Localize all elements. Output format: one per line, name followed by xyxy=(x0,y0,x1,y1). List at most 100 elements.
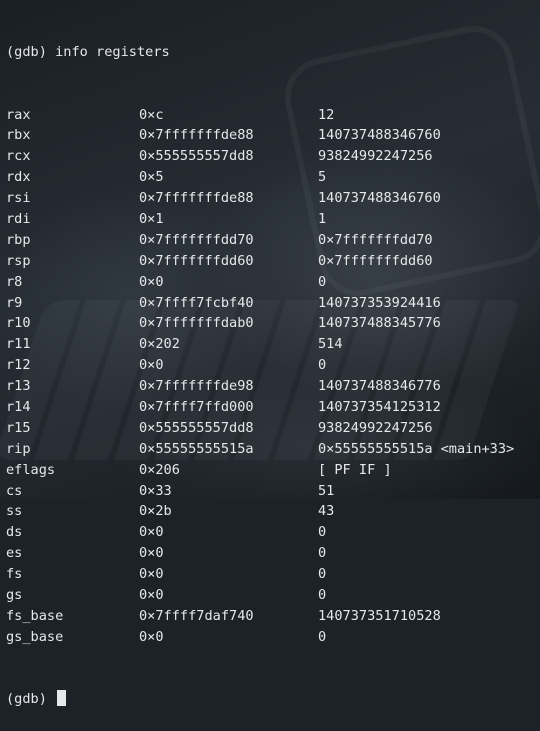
register-symbol-annotation: <main+33> xyxy=(440,440,515,457)
register-name: r14 xyxy=(6,398,31,415)
register-hex-value: 0×555555557dd8 xyxy=(139,419,254,436)
register-hex-value: 0×555555557dd8 xyxy=(139,148,254,165)
register-natural-value: 12 xyxy=(318,105,334,126)
register-natural-value: [ PF IF ] xyxy=(318,460,392,481)
register-hex-value: 0×206 xyxy=(139,461,180,478)
command-line: (gdb) info registers xyxy=(6,42,538,63)
register-name: rdi xyxy=(6,210,31,227)
register-natural-value: 0 xyxy=(318,585,326,606)
register-natural-value: 0 xyxy=(318,564,326,585)
register-hex-value: 0×5 xyxy=(139,169,164,186)
register-natural-value: 93824992247256 xyxy=(318,146,433,167)
register-name: eflags xyxy=(6,461,56,478)
input-line[interactable]: (gdb) xyxy=(6,689,538,710)
register-row: rsp 0×7fffffffdd60 0×7fffffffdd60 xyxy=(6,251,538,272)
register-row: ss 0×2b 43 xyxy=(6,501,538,522)
register-hex-value: 0×0 xyxy=(139,566,164,583)
register-name: fs_base xyxy=(6,607,64,624)
register-row: gs_base 0×0 0 xyxy=(6,627,538,648)
register-name: rdx xyxy=(6,169,31,186)
register-value-text: 0 xyxy=(318,587,327,603)
register-row: rbp 0×7fffffffdd70 0×7fffffffdd70 xyxy=(6,230,538,251)
register-natural-value: 93824992247256 xyxy=(318,418,433,439)
register-hex-value: 0×0 xyxy=(139,357,164,374)
register-row: eflags 0×206 [ PF IF ] xyxy=(6,460,538,481)
register-name: rsi xyxy=(6,190,31,207)
register-value-text: 0 xyxy=(318,524,327,541)
register-row: r8 0×0 0 xyxy=(6,272,538,293)
register-name: rcx xyxy=(6,148,31,165)
register-natural-value: 0×55555555515a <main+33> xyxy=(318,439,514,460)
register-value-text: 140737353924416 xyxy=(318,294,441,311)
register-natural-value: 43 xyxy=(318,501,334,522)
register-natural-value: 0 xyxy=(318,543,326,564)
register-hex-value: 0×0 xyxy=(139,545,164,562)
register-hex-value: 0×7ffff7ffd000 xyxy=(139,398,254,415)
register-hex-value: 0×55555555515a xyxy=(139,440,254,457)
register-value-text: 140737488346760 xyxy=(318,127,441,144)
gdb-terminal[interactable]: (gdb) info registers rax 0×c 12 rbx 0×7fffff… xyxy=(6,0,538,731)
register-name: r8 xyxy=(6,273,23,290)
register-hex-value: 0×0 xyxy=(139,628,164,645)
register-name: r10 xyxy=(6,315,31,332)
register-row: rcx 0×555555557dd8 93824992247256 xyxy=(6,146,538,167)
register-name: gs_base xyxy=(6,628,64,645)
register-hex-value: 0×7ffff7fcbf40 xyxy=(139,294,254,311)
gdb-prompt-bottom: (gdb) xyxy=(6,691,47,708)
register-hex-value: 0×0 xyxy=(139,273,164,290)
register-value-text: 0×7fffffffdd70 xyxy=(318,231,433,248)
register-name: rax xyxy=(6,106,31,123)
register-value-text: 140737488345776 xyxy=(318,315,441,332)
register-value-text: 51 xyxy=(318,482,335,499)
register-name: rbp xyxy=(6,231,31,248)
register-hex-value: 0×7ffff7daf740 xyxy=(139,607,254,624)
register-natural-value: 140737351710528 xyxy=(318,606,441,627)
register-value-text: 0 xyxy=(318,357,327,374)
register-natural-value: 140737488346760 xyxy=(318,188,441,209)
register-list: rax 0×c 12 rbx 0×7fffffffde88 140737488346760… xyxy=(6,105,538,648)
register-value-text: 514 xyxy=(318,336,343,353)
register-value-text: 12 xyxy=(318,106,335,123)
register-natural-value: 0 xyxy=(318,522,326,543)
register-row: r12 0×0 0 xyxy=(6,355,538,376)
register-value-text: 0×7fffffffdd60 xyxy=(318,252,433,269)
register-name: gs xyxy=(6,587,23,603)
register-natural-value: 1 xyxy=(318,209,326,230)
register-natural-value: 0×7fffffffdd70 xyxy=(318,230,433,251)
register-row: cs 0×33 51 xyxy=(6,481,538,502)
register-natural-value: 140737488346760 xyxy=(318,125,441,146)
register-row: rsi 0×7fffffffde88 140737488346760 xyxy=(6,188,538,209)
register-row: r15 0×555555557dd8 93824992247256 xyxy=(6,418,538,439)
register-natural-value: 0×7fffffffdd60 xyxy=(318,251,433,272)
register-row: r10 0×7fffffffdab0 140737488345776 xyxy=(6,313,538,334)
register-row: rip 0×55555555515a 0×55555555515a <main+33> xyxy=(6,439,538,460)
register-value-text: 140737488346776 xyxy=(318,378,441,395)
register-value-text: 0×55555555515a xyxy=(318,440,433,457)
register-natural-value: 140737488346776 xyxy=(318,376,441,397)
register-name: es xyxy=(6,545,23,562)
register-value-text: 93824992247256 xyxy=(318,148,433,165)
register-name: r15 xyxy=(6,419,31,436)
register-name: r12 xyxy=(6,357,31,374)
register-value-text: 0 xyxy=(318,545,327,562)
register-natural-value: 514 xyxy=(318,334,343,355)
register-hex-value: 0×33 xyxy=(139,482,172,499)
register-value-text: 140737354125312 xyxy=(318,398,441,415)
register-value-text: 0 xyxy=(318,566,327,583)
register-value-text: 5 xyxy=(318,169,327,186)
command-text: info registers xyxy=(55,43,170,60)
register-hex-value: 0×7fffffffde98 xyxy=(139,378,254,395)
register-row: rdi 0×1 1 xyxy=(6,209,538,230)
register-row: r14 0×7ffff7ffd000 140737354125312 xyxy=(6,397,538,418)
register-hex-value: 0×7fffffffde88 xyxy=(139,127,254,144)
register-row: r13 0×7fffffffde98 140737488346776 xyxy=(6,376,538,397)
register-row: ds 0×0 0 xyxy=(6,522,538,543)
register-row: fs_base 0×7ffff7daf740 140737351710528 xyxy=(6,606,538,627)
register-natural-value: 0 xyxy=(318,272,326,293)
register-natural-value: 0 xyxy=(318,627,326,648)
register-name: rip xyxy=(6,440,31,457)
register-name: r13 xyxy=(6,378,31,395)
register-row: fs 0×0 0 xyxy=(6,564,538,585)
register-value-text: 93824992247256 xyxy=(318,419,433,436)
register-value-text: [ PF IF ] xyxy=(318,461,392,478)
